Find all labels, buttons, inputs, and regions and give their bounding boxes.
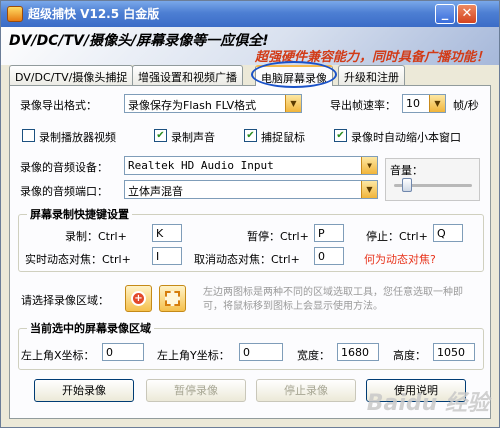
capture-mouse-checkbox[interactable]: ✔ — [244, 129, 257, 142]
watermark: Baidu 经验 — [366, 391, 489, 416]
stop-hotkey-input[interactable]: Q — [433, 224, 463, 242]
y-coord-label: 左上角Y坐标： — [157, 349, 230, 362]
tab-dv-capture[interactable]: DV/DC/TV/摄像头捕捉 — [9, 65, 134, 85]
dynamic-focus-hotkey-input[interactable]: I — [152, 247, 182, 265]
audio-port-label: 录像的音频端口： — [20, 185, 108, 198]
export-format-label: 录像导出格式： — [20, 99, 97, 112]
audio-port-select[interactable]: 立体声混音 ▼ — [124, 180, 378, 199]
hotkey-group-title: 屏幕录制快捷键设置 — [27, 206, 132, 222]
cancel-focus-hotkey-label: 取消动态对焦：Ctrl+ — [194, 253, 300, 266]
selection-rect-icon — [165, 291, 180, 306]
fps-value: 10 — [406, 97, 420, 110]
height-label: 高度： — [393, 349, 426, 362]
region-group-title: 当前选中的屏幕录像区域 — [27, 320, 154, 336]
region-select-hint: 左边两图标是两种不同的区域选取工具，您任意选取一种即可，将鼠标移到图标上会显示使… — [203, 287, 463, 312]
app-icon — [7, 6, 23, 22]
stop-hotkey-label: 停止：Ctrl+ — [366, 230, 428, 243]
tab-enhanced-settings[interactable]: 增强设置和视频广播 — [132, 65, 243, 85]
app-window: 超级捕快 V12.5 白金版 _ ✕ DV/DC/TV/摄像头/屏幕录像等一应俱… — [0, 0, 500, 428]
x-coord-label: 左上角X坐标： — [21, 349, 95, 362]
highlight-circle — [251, 61, 337, 88]
volume-slider-thumb[interactable] — [402, 178, 412, 192]
pause-recording-button[interactable]: 暂停录像 — [146, 379, 246, 402]
fps-unit: 帧/秒 — [453, 99, 479, 112]
record-player-label: 录制播放器视频 — [39, 131, 116, 144]
volume-box: 音量： — [385, 158, 480, 201]
fps-select[interactable]: 10 ▼ — [402, 94, 446, 113]
record-hotkey-input[interactable]: K — [152, 224, 182, 242]
start-recording-button[interactable]: 开始录像 — [34, 379, 134, 402]
dynamic-focus-hotkey-label: 实时动态对焦：Ctrl+ — [25, 253, 131, 266]
title-bar: 超级捕快 V12.5 白金版 _ ✕ — [1, 1, 499, 27]
record-hotkey-label: 录制：Ctrl+ — [65, 230, 127, 243]
export-format-value: 录像保存为Flash FLV格式 — [128, 99, 257, 112]
y-coord-input[interactable]: 0 — [239, 343, 283, 361]
close-button[interactable]: ✕ — [457, 4, 477, 24]
pause-hotkey-input[interactable]: P — [314, 224, 344, 242]
export-format-select[interactable]: 录像保存为Flash FLV格式 ▼ — [124, 94, 302, 113]
region-select-label: 请选择录像区域： — [21, 294, 109, 307]
what-is-dynamic-focus-link[interactable]: 何为动态对焦? — [364, 251, 436, 267]
banner-slogan: DV/DC/TV/摄像头/屏幕录像等一应俱全! — [9, 33, 269, 49]
height-input[interactable]: 1050 — [433, 343, 475, 361]
fps-label: 导出帧速率： — [330, 99, 396, 112]
capture-mouse-label: 捕捉鼠标 — [261, 131, 305, 144]
crosshair-icon: + — [131, 291, 146, 306]
pause-hotkey-label: 暂停：Ctrl+ — [247, 230, 309, 243]
region-tool-circle-button[interactable]: + — [125, 285, 152, 312]
chevron-down-icon: ▼ — [361, 181, 377, 198]
x-coord-input[interactable]: 0 — [102, 343, 144, 361]
window-title: 超级捕快 V12.5 白金版 — [28, 7, 160, 21]
minimize-button[interactable]: _ — [435, 4, 455, 24]
auto-minimize-label: 录像时自动缩小本窗口 — [351, 131, 461, 144]
volume-label: 音量： — [390, 164, 423, 177]
region-tool-rect-button[interactable] — [159, 285, 186, 312]
audio-port-value: 立体声混音 — [128, 185, 183, 198]
auto-minimize-checkbox[interactable]: ✔ — [334, 129, 347, 142]
cancel-focus-hotkey-input[interactable]: 0 — [314, 247, 344, 265]
width-label: 宽度： — [297, 349, 330, 362]
chevron-down-icon: ▼ — [285, 95, 301, 112]
tab-upgrade-register[interactable]: 升级和注册 — [338, 65, 405, 85]
chevron-down-icon: ▼ — [429, 95, 445, 112]
record-sound-label: 录制声音 — [171, 131, 215, 144]
chevron-down-icon: ▼ — [361, 157, 377, 174]
audio-device-select[interactable]: Realtek HD Audio Input ▼ — [124, 156, 378, 175]
record-sound-checkbox[interactable]: ✔ — [154, 129, 167, 142]
record-player-checkbox[interactable] — [22, 129, 35, 142]
banner: DV/DC/TV/摄像头/屏幕录像等一应俱全! 超强硬件兼容能力，同时具备广播功… — [1, 27, 499, 65]
stop-recording-button[interactable]: 停止录像 — [256, 379, 356, 402]
audio-device-label: 录像的音频设备： — [20, 161, 108, 174]
audio-device-value: Realtek HD Audio Input — [128, 159, 274, 172]
width-input[interactable]: 1680 — [337, 343, 379, 361]
